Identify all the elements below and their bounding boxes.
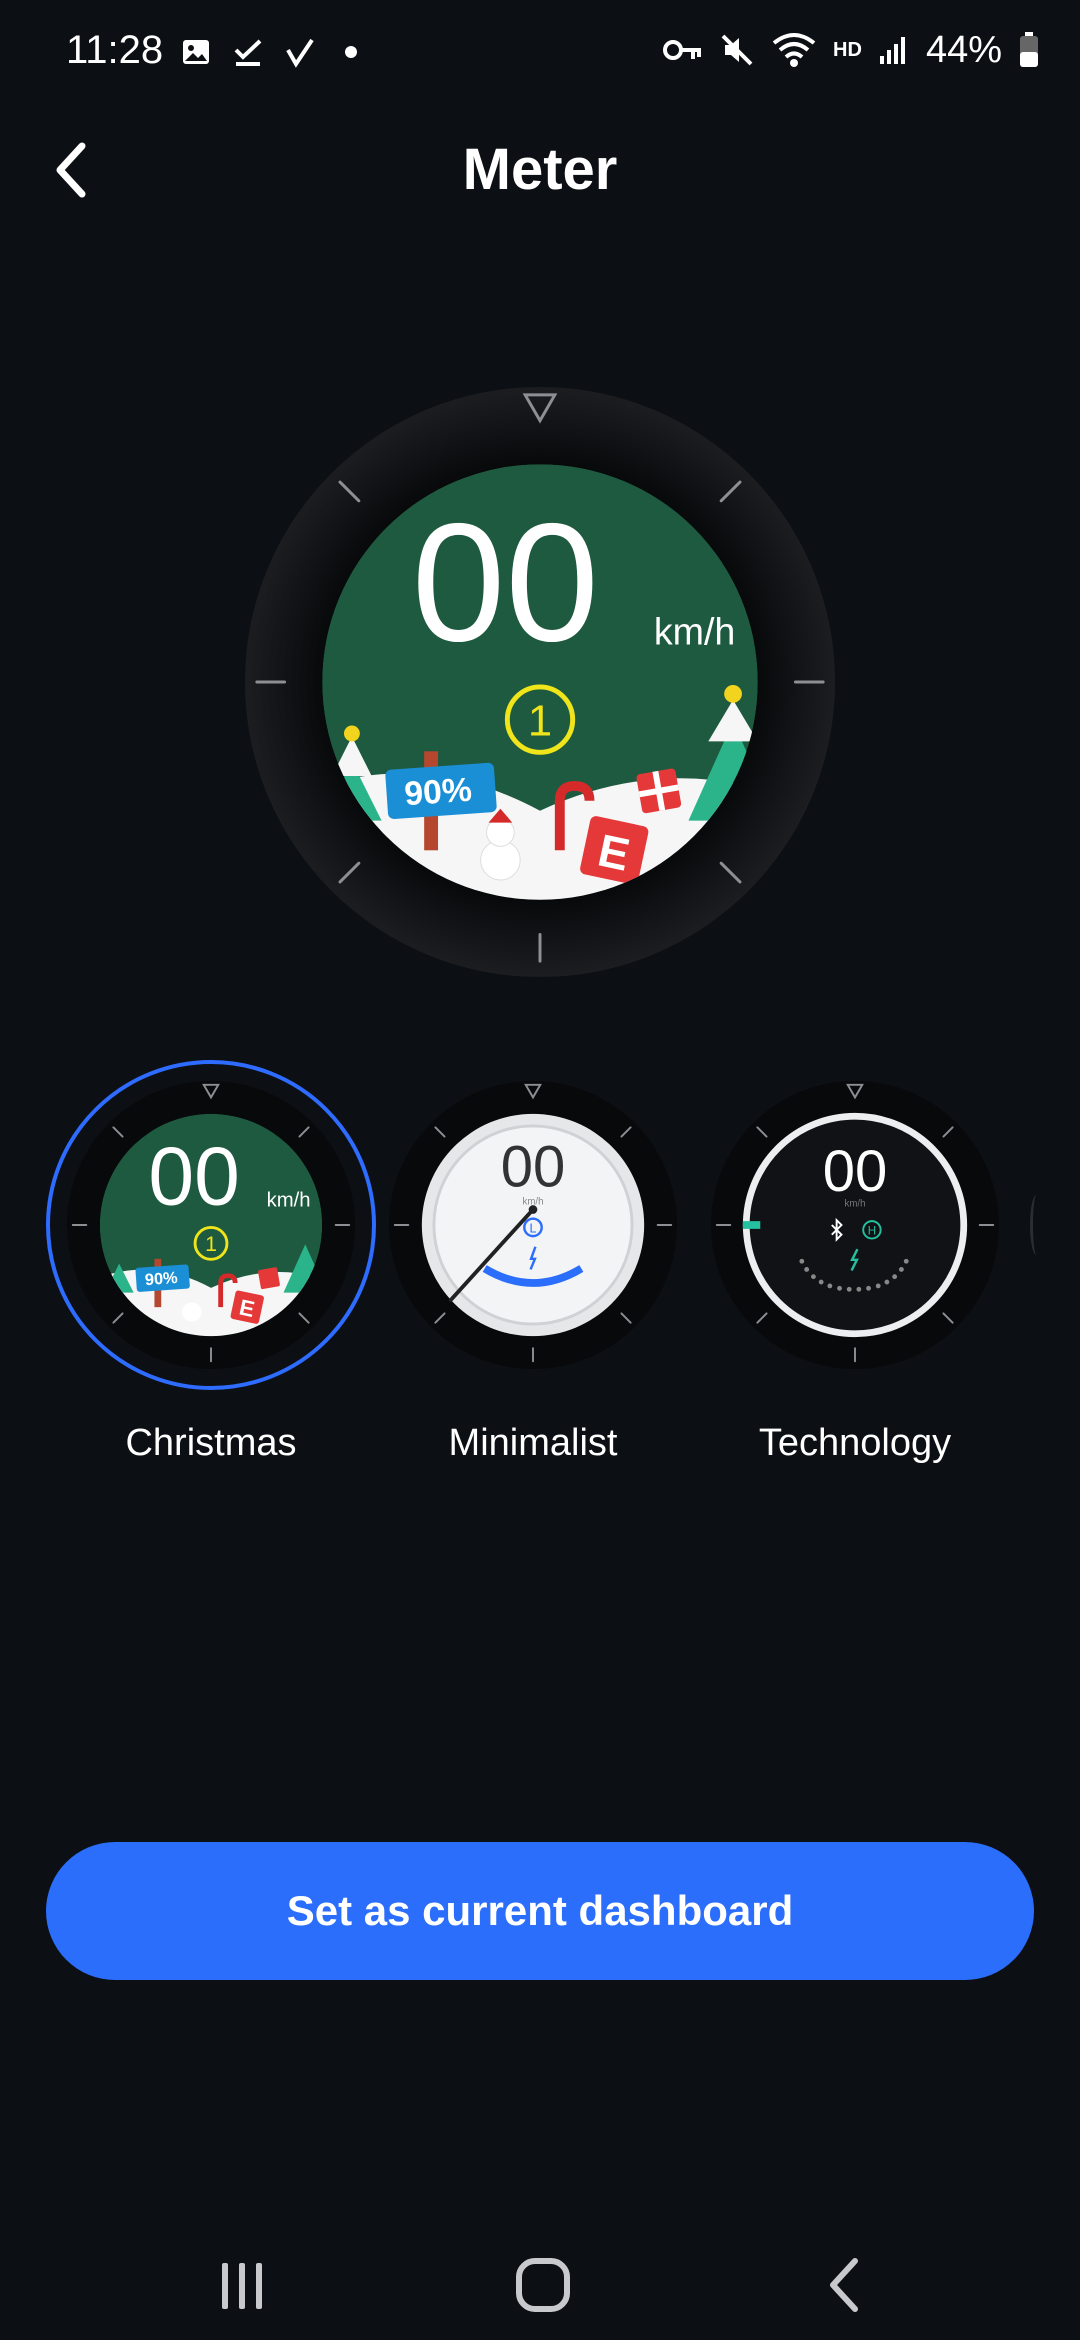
- theme-preview: 90% E 00 km/h 1: [46, 1060, 376, 1390]
- notification-icons: [180, 32, 366, 72]
- theme-label: Technology: [758, 1422, 952, 1464]
- thumb-speed-value: 00: [823, 1139, 888, 1204]
- theme-christmas[interactable]: 90% E 00 km/h 1 Christmas: [46, 1060, 376, 1465]
- battery-level-text: 90%: [403, 772, 473, 814]
- home-icon: [516, 2258, 570, 2312]
- header: Meter: [0, 110, 1080, 230]
- meter-preview: 90% E 00 km/h 1: [244, 386, 836, 978]
- gallery-icon: [183, 40, 209, 64]
- dot-icon: [345, 46, 357, 58]
- minimalist-thumbnail: 00 km/h L: [388, 1080, 678, 1370]
- theme-list: 90% E 00 km/h 1 Christmas 00 km/h L Mini…: [0, 1060, 1080, 1480]
- page-title: Meter: [462, 137, 618, 202]
- christmas-thumbnail: 90% E 00 km/h 1: [66, 1080, 356, 1370]
- thumb-battery-text: 90%: [144, 1269, 178, 1289]
- battery-percent: 44%: [925, 28, 1002, 71]
- checkmark-icon: [234, 39, 262, 66]
- gear-value: 1: [528, 697, 552, 745]
- battery-icon: [1020, 32, 1038, 67]
- theme-preview: 00 km/h H: [690, 1060, 1020, 1390]
- status-time: 11:28: [66, 28, 164, 72]
- next-theme-partial[interactable]: [1030, 1195, 1043, 1255]
- home-button[interactable]: [493, 2240, 593, 2330]
- mode-block: E: [580, 816, 649, 885]
- speed-value: 00: [412, 488, 599, 676]
- nav-back-button[interactable]: [797, 2240, 897, 2330]
- set-dashboard-button[interactable]: Set as current dashboard: [46, 1842, 1034, 1980]
- technology-thumbnail: 00 km/h H: [710, 1080, 1000, 1370]
- theme-label: Minimalist: [448, 1422, 618, 1464]
- wifi-icon: [772, 33, 816, 67]
- mute-icon: [721, 34, 753, 66]
- theme-label: Christmas: [125, 1422, 297, 1464]
- thumb-gear-value: H: [868, 1225, 876, 1238]
- location-arrow-icon: [286, 38, 314, 68]
- theme-preview: 00 km/h L: [368, 1060, 698, 1390]
- theme-minimalist[interactable]: 00 km/h L Minimalist: [368, 1060, 698, 1465]
- gift-icon: [636, 768, 682, 814]
- speed-unit: km/h: [654, 610, 736, 652]
- thumb-speed-value: 00: [148, 1132, 239, 1223]
- thumb-gear-value: L: [530, 1221, 537, 1235]
- system-nav-bar: [0, 2220, 1080, 2340]
- thumb-gear-value: 1: [205, 1232, 217, 1256]
- recent-apps-button[interactable]: [192, 2240, 292, 2330]
- thumb-speed-value: 00: [501, 1134, 566, 1199]
- status-bar: 11:28 HD 44%: [0, 0, 1080, 100]
- vpn-key-icon: [663, 40, 702, 60]
- theme-technology[interactable]: 00 km/h H Technology: [690, 1060, 1020, 1465]
- thumb-speed-unit: km/h: [267, 1190, 311, 1212]
- network-type-label: HD: [833, 38, 862, 61]
- system-icons: HD 44%: [663, 26, 1040, 74]
- thumb-speed-unit: km/h: [845, 1199, 866, 1210]
- recent-apps-icon: [222, 2263, 262, 2309]
- signal-icon: [879, 37, 905, 64]
- back-icon: [830, 2258, 858, 2312]
